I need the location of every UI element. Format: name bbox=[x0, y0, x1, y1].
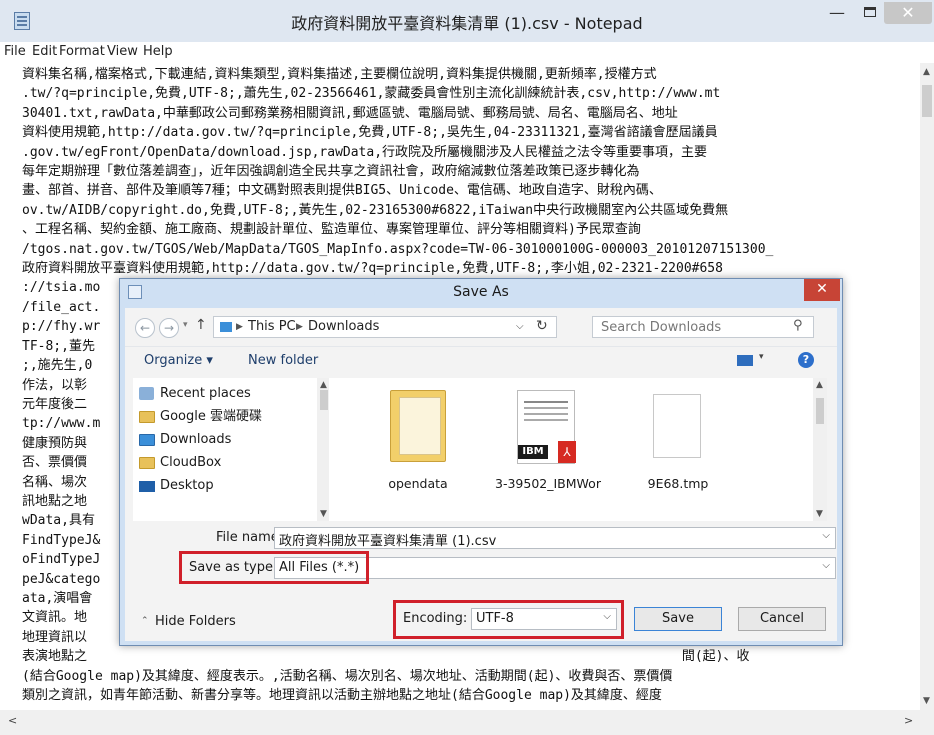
text-line: .tw/?q=principle,免費,UTF-8;,蕭先生,02-235664… bbox=[22, 86, 721, 102]
text-line: ov.tw/AIDB/copyright.do,免費,UTF-8;,黃先生,02… bbox=[22, 202, 729, 218]
nav-item-cloudbox[interactable]: CloudBox bbox=[139, 453, 222, 473]
dialog-body: ← → ▾ ↑ ▶ This PC ▶ Downloads ⌵ ↻ Search… bbox=[125, 308, 837, 641]
dialog-title-bar[interactable]: Save As bbox=[120, 279, 842, 307]
window-title: 政府資料開放平臺資料集清單 (1).csv - Notepad bbox=[291, 14, 643, 33]
save-as-dialog: Save As ✕ ← → ▾ ↑ ▶ This PC ▶ Downloads … bbox=[119, 278, 843, 646]
downloads-folder-icon bbox=[139, 434, 155, 446]
hide-folders-link[interactable]: Hide Folders bbox=[155, 614, 236, 629]
desktop-icon bbox=[139, 481, 155, 492]
vertical-scrollbar[interactable]: ▲ ▼ bbox=[920, 63, 934, 710]
file-name-label: opendata bbox=[388, 476, 448, 491]
file-name-label: 3-39502_IBMWor bbox=[495, 476, 601, 491]
cancel-button[interactable]: Cancel bbox=[738, 607, 826, 631]
file-list: opendata IBM ⅄ 3-39502_IBMWor 9E68.tmp ▲… bbox=[329, 378, 827, 521]
breadcrumb-separator-icon: ▶ bbox=[236, 322, 243, 332]
text-line: 政府資料開放平臺資料使用規範,http://data.gov.tw/?q=pri… bbox=[22, 261, 723, 277]
file-name-value: 政府資料開放平臺資料集清單 (1).csv bbox=[279, 534, 497, 549]
file-name-label: 9E68.tmp bbox=[647, 476, 709, 491]
text-line: .gov.tw/egFront/OpenData/download.jsp,ra… bbox=[22, 144, 708, 160]
nav-label: Google 雲端硬碟 bbox=[160, 409, 262, 424]
dialog-toolbar: Organize ▾ New folder ▾ ? bbox=[125, 346, 837, 375]
breadcrumb-this-pc[interactable]: This PC bbox=[248, 319, 296, 334]
hide-folders-chevron-icon[interactable]: ⌃ bbox=[141, 616, 149, 626]
breadcrumb-downloads[interactable]: Downloads bbox=[308, 319, 379, 334]
dialog-title: Save As bbox=[453, 284, 509, 300]
search-input[interactable]: Search Downloads ⚲ bbox=[592, 316, 814, 338]
refresh-icon[interactable]: ↻ bbox=[536, 318, 548, 334]
help-icon[interactable]: ? bbox=[798, 352, 814, 368]
minimize-button[interactable]: — bbox=[823, 2, 851, 24]
forward-arrow-icon[interactable]: → bbox=[159, 318, 179, 338]
menu-edit[interactable]: Edit bbox=[32, 44, 57, 59]
text-line: 每年定期辦理「數位落差調查」，近年因強調創造全民共享之資訊社會，政府縮減數位落差… bbox=[22, 164, 640, 180]
location-folder-icon bbox=[220, 322, 232, 332]
close-button[interactable]: ✕ bbox=[884, 2, 932, 24]
generic-file-icon bbox=[653, 394, 701, 458]
scroll-left-arrow-icon[interactable]: < bbox=[8, 714, 17, 727]
text-line: 類別之資訊，如青年節活動、新書分享等。地理資訊以活動主辦地點之地址(結合Goog… bbox=[22, 688, 662, 703]
view-dropdown-icon[interactable]: ▾ bbox=[759, 352, 764, 362]
navigation-pane: Recent places Google 雲端硬碟 Downloads Clou… bbox=[133, 378, 331, 521]
menu-bar: File Edit Format View Help bbox=[0, 42, 934, 62]
view-options-icon[interactable] bbox=[737, 355, 753, 366]
nav-item-recent-places[interactable]: Recent places bbox=[139, 384, 251, 404]
resize-grip[interactable] bbox=[920, 710, 934, 735]
organize-menu[interactable]: Organize ▾ bbox=[144, 353, 213, 368]
scroll-right-arrow-icon[interactable]: > bbox=[904, 714, 913, 727]
search-icon[interactable]: ⚲ bbox=[793, 318, 803, 333]
menu-file[interactable]: File bbox=[4, 44, 26, 59]
menu-help[interactable]: Help bbox=[143, 44, 173, 59]
text-line: 30401.txt,rawData,中華郵政公司郵務業務相關資訊,郵遞區號、電腦… bbox=[22, 105, 678, 121]
recent-locations-chevron-icon[interactable]: ▾ bbox=[183, 320, 188, 330]
nav-item-google-drive[interactable]: Google 雲端硬碟 bbox=[139, 407, 262, 427]
scroll-down-arrow-icon[interactable]: ▼ bbox=[923, 696, 930, 706]
maximize-button[interactable] bbox=[856, 2, 884, 24]
file-name-input[interactable]: 政府資料開放平臺資料集清單 (1).csv ⌵ bbox=[274, 527, 836, 549]
encoding-highlight bbox=[393, 600, 624, 639]
recent-places-icon bbox=[139, 387, 154, 400]
horizontal-scrollbar[interactable]: < > bbox=[0, 710, 920, 735]
breadcrumb-separator-icon: ▶ bbox=[296, 322, 303, 332]
address-dropdown-icon[interactable]: ⌵ bbox=[516, 321, 524, 332]
text-line: /tgos.nat.gov.tw/TGOS/Web/MapData/TGOS_M… bbox=[22, 241, 774, 257]
text-line: 、工程名稱、契約金額、施工廠商、規劃設計單位、監造單位、專案管理單位、評分等相關… bbox=[22, 222, 641, 238]
menu-format[interactable]: Format bbox=[59, 44, 105, 59]
text-line: 資料集名稱,檔案格式,下載連結,資料集類型,資料集描述,主要欄位說明,資料集提供… bbox=[22, 67, 657, 82]
nav-label: CloudBox bbox=[160, 455, 222, 470]
text-line: 畫、部首、拼音、部件及筆順等7種；中文碼對照表則提供BIG5、Unicode、電… bbox=[22, 183, 662, 199]
scroll-thumb[interactable] bbox=[922, 85, 932, 117]
file-name-dropdown-icon[interactable]: ⌵ bbox=[822, 530, 830, 541]
save-as-type-highlight bbox=[179, 551, 369, 584]
folder-icon bbox=[390, 390, 446, 462]
file-item-opendata[interactable]: opendata bbox=[363, 386, 473, 516]
text-line: 資料使用規範,http://data.gov.tw/?q=principle,免… bbox=[22, 125, 718, 141]
text-line: 表演地點之 間(起)、收 bbox=[22, 649, 750, 665]
scroll-up-arrow-icon[interactable]: ▲ bbox=[923, 67, 930, 77]
dialog-close-button[interactable]: ✕ bbox=[804, 279, 840, 301]
address-bar[interactable]: ▶ This PC ▶ Downloads ⌵ ↻ bbox=[213, 316, 557, 338]
nav-label: Recent places bbox=[160, 386, 251, 401]
nav-label: Downloads bbox=[160, 432, 232, 447]
save-button[interactable]: Save bbox=[634, 607, 722, 631]
file-list-scrollbar[interactable]: ▲ ▼ bbox=[813, 378, 827, 521]
google-drive-folder-icon bbox=[139, 411, 155, 423]
pdf-document-icon: IBM ⅄ bbox=[517, 390, 576, 464]
file-item-ibm-pdf[interactable]: IBM ⅄ 3-39502_IBMWor bbox=[493, 386, 603, 516]
nav-item-downloads[interactable]: Downloads bbox=[139, 430, 232, 450]
menu-view[interactable]: View bbox=[107, 44, 138, 59]
nav-label: Desktop bbox=[160, 478, 214, 493]
save-as-type-dropdown-icon[interactable]: ⌵ bbox=[822, 560, 830, 571]
notepad-title-bar[interactable]: 政府資料開放平臺資料集清單 (1).csv - Notepad — ✕ bbox=[0, 0, 934, 42]
up-arrow-icon[interactable]: ↑ bbox=[195, 317, 207, 333]
new-folder-button[interactable]: New folder bbox=[248, 353, 318, 368]
back-arrow-icon[interactable]: ← bbox=[135, 318, 155, 338]
search-placeholder: Search Downloads bbox=[601, 320, 722, 335]
file-item-9e68-tmp[interactable]: 9E68.tmp bbox=[623, 386, 733, 516]
text-line: (結合Google map)及其緯度、經度表示。,活動名稱、場次別名、場次地址、… bbox=[22, 668, 673, 684]
cloudbox-folder-icon bbox=[139, 457, 155, 469]
nav-item-desktop[interactable]: Desktop bbox=[139, 476, 214, 496]
